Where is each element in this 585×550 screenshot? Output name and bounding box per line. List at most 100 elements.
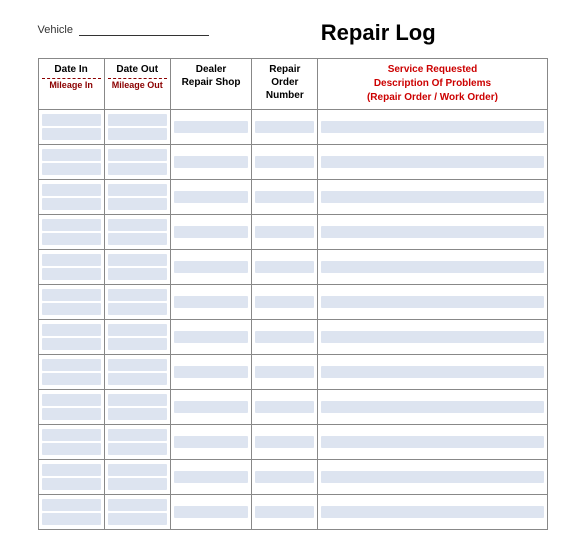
dealer-input[interactable]: [174, 401, 248, 413]
repair-order-input[interactable]: [255, 261, 314, 273]
repair-order-input[interactable]: [255, 191, 314, 203]
cell-service[interactable]: [318, 110, 547, 145]
cell-repair-order[interactable]: [252, 390, 318, 425]
mileage-in-input[interactable]: [42, 513, 101, 525]
date-out-input[interactable]: [108, 219, 167, 231]
mileage-in-input[interactable]: [42, 128, 101, 140]
mileage-out-input[interactable]: [108, 408, 167, 420]
cell-service[interactable]: [318, 355, 547, 390]
cell-dealer[interactable]: [170, 320, 251, 355]
mileage-out-input[interactable]: [108, 443, 167, 455]
repair-order-input[interactable]: [255, 471, 314, 483]
cell-dealer[interactable]: [170, 495, 251, 530]
date-out-input[interactable]: [108, 254, 167, 266]
cell-date-out[interactable]: [104, 250, 170, 285]
mileage-out-input[interactable]: [108, 338, 167, 350]
mileage-out-input[interactable]: [108, 128, 167, 140]
cell-date-in[interactable]: [38, 145, 104, 180]
service-input[interactable]: [321, 296, 543, 308]
mileage-out-input[interactable]: [108, 163, 167, 175]
mileage-out-input[interactable]: [108, 268, 167, 280]
cell-dealer[interactable]: [170, 355, 251, 390]
cell-service[interactable]: [318, 425, 547, 460]
dealer-input[interactable]: [174, 226, 248, 238]
date-in-input[interactable]: [42, 464, 101, 476]
cell-service[interactable]: [318, 250, 547, 285]
date-out-input[interactable]: [108, 429, 167, 441]
repair-order-input[interactable]: [255, 121, 314, 133]
repair-order-input[interactable]: [255, 401, 314, 413]
mileage-in-input[interactable]: [42, 338, 101, 350]
date-out-input[interactable]: [108, 359, 167, 371]
dealer-input[interactable]: [174, 471, 248, 483]
repair-order-input[interactable]: [255, 156, 314, 168]
dealer-input[interactable]: [174, 366, 248, 378]
mileage-in-input[interactable]: [42, 268, 101, 280]
cell-date-in[interactable]: [38, 355, 104, 390]
service-input[interactable]: [321, 121, 543, 133]
cell-dealer[interactable]: [170, 110, 251, 145]
cell-dealer[interactable]: [170, 145, 251, 180]
cell-date-out[interactable]: [104, 145, 170, 180]
cell-repair-order[interactable]: [252, 425, 318, 460]
cell-repair-order[interactable]: [252, 180, 318, 215]
cell-service[interactable]: [318, 215, 547, 250]
mileage-out-input[interactable]: [108, 478, 167, 490]
dealer-input[interactable]: [174, 331, 248, 343]
mileage-in-input[interactable]: [42, 443, 101, 455]
service-input[interactable]: [321, 366, 543, 378]
dealer-input[interactable]: [174, 436, 248, 448]
cell-date-out[interactable]: [104, 320, 170, 355]
cell-service[interactable]: [318, 390, 547, 425]
cell-date-in[interactable]: [38, 285, 104, 320]
mileage-in-input[interactable]: [42, 408, 101, 420]
cell-service[interactable]: [318, 495, 547, 530]
dealer-input[interactable]: [174, 156, 248, 168]
cell-service[interactable]: [318, 460, 547, 495]
service-input[interactable]: [321, 226, 543, 238]
date-out-input[interactable]: [108, 289, 167, 301]
cell-date-in[interactable]: [38, 320, 104, 355]
cell-repair-order[interactable]: [252, 145, 318, 180]
cell-date-in[interactable]: [38, 250, 104, 285]
cell-date-out[interactable]: [104, 460, 170, 495]
service-input[interactable]: [321, 506, 543, 518]
service-input[interactable]: [321, 436, 543, 448]
cell-date-out[interactable]: [104, 355, 170, 390]
service-input[interactable]: [321, 331, 543, 343]
cell-date-in[interactable]: [38, 215, 104, 250]
mileage-in-input[interactable]: [42, 373, 101, 385]
service-input[interactable]: [321, 261, 543, 273]
cell-service[interactable]: [318, 320, 547, 355]
cell-date-in[interactable]: [38, 460, 104, 495]
cell-service[interactable]: [318, 145, 547, 180]
date-out-input[interactable]: [108, 464, 167, 476]
date-in-input[interactable]: [42, 429, 101, 441]
cell-date-in[interactable]: [38, 110, 104, 145]
repair-order-input[interactable]: [255, 506, 314, 518]
cell-repair-order[interactable]: [252, 460, 318, 495]
cell-repair-order[interactable]: [252, 250, 318, 285]
mileage-out-input[interactable]: [108, 303, 167, 315]
cell-date-out[interactable]: [104, 215, 170, 250]
dealer-input[interactable]: [174, 296, 248, 308]
mileage-in-input[interactable]: [42, 303, 101, 315]
cell-dealer[interactable]: [170, 460, 251, 495]
vehicle-input-line[interactable]: [79, 24, 209, 36]
date-in-input[interactable]: [42, 254, 101, 266]
date-out-input[interactable]: [108, 394, 167, 406]
date-out-input[interactable]: [108, 114, 167, 126]
cell-repair-order[interactable]: [252, 285, 318, 320]
date-in-input[interactable]: [42, 184, 101, 196]
mileage-in-input[interactable]: [42, 478, 101, 490]
service-input[interactable]: [321, 156, 543, 168]
dealer-input[interactable]: [174, 506, 248, 518]
dealer-input[interactable]: [174, 121, 248, 133]
cell-date-out[interactable]: [104, 390, 170, 425]
dealer-input[interactable]: [174, 261, 248, 273]
mileage-out-input[interactable]: [108, 373, 167, 385]
date-in-input[interactable]: [42, 289, 101, 301]
repair-order-input[interactable]: [255, 366, 314, 378]
service-input[interactable]: [321, 191, 543, 203]
date-in-input[interactable]: [42, 499, 101, 511]
